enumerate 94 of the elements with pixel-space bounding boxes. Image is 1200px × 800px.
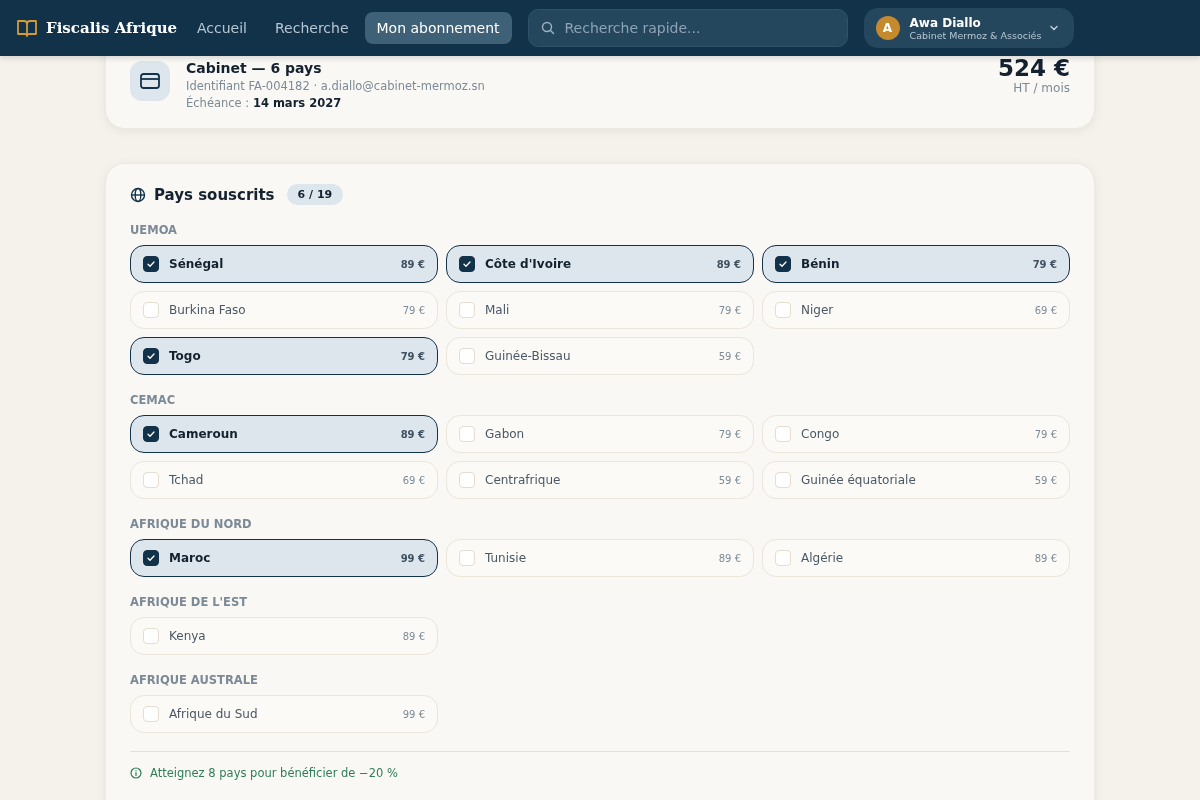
country-option[interactable]: Kenya 89 € (130, 617, 438, 655)
country-option[interactable]: Sénégal 89 € (130, 245, 438, 283)
checkmark-icon (146, 553, 156, 563)
country-option[interactable]: Mali 79 € (446, 291, 754, 329)
country-option[interactable]: Burkina Faso 79 € (130, 291, 438, 329)
checkmark-icon (462, 259, 472, 269)
checkmark-icon (778, 259, 788, 269)
due-date-text: Échéance : 14 mars 2027 (186, 95, 343, 110)
country-price: 99 € (400, 552, 425, 564)
country-price: 79 € (400, 350, 425, 362)
country-name: Gabon (485, 427, 526, 441)
discount-hint: Atteignez 8 pays pour bénéficier de −20 % (150, 766, 398, 780)
user-menu[interactable]: A Awa Diallo Cabinet Mermoz & Associés (863, 8, 1074, 48)
country-name: Tunisie (485, 551, 528, 565)
book-icon (16, 18, 38, 38)
nav-tab[interactable]: Accueil (185, 12, 259, 44)
country-option[interactable]: Afrique du Sud 99 € (130, 695, 438, 733)
country-name: Niger (801, 303, 835, 317)
country-name: Afrique du Sud (169, 707, 259, 721)
group-heading: AFRIQUE AUSTRALE (130, 673, 259, 687)
country-option[interactable]: Guinée-Bissau 59 € (446, 337, 754, 375)
country-price: 89 € (400, 258, 425, 270)
country-price: 89 € (400, 428, 425, 440)
country-name: Mali (485, 303, 511, 317)
plan-identifier: Identifiant FA-004182 · a.diallo@cabinet-mermoz.sn (186, 78, 486, 93)
country-option[interactable]: Niger 69 € (762, 291, 1070, 329)
country-option[interactable]: Bénin 79 € (762, 245, 1070, 283)
country-name: Tchad (169, 473, 205, 487)
group-heading: UEMOA (130, 223, 178, 237)
info-icon (130, 767, 142, 779)
checkmark-icon (146, 259, 156, 269)
checkbox[interactable] (143, 348, 159, 364)
user-name: Awa Diallo (909, 15, 982, 30)
checkbox[interactable] (459, 256, 475, 272)
country-name: Congo (801, 427, 841, 441)
group-heading: CEMAC (130, 393, 177, 407)
country-price: 69 € (402, 474, 425, 486)
checkbox[interactable] (143, 256, 159, 272)
country-price: 89 € (1034, 552, 1057, 564)
country-option[interactable]: Maroc 99 € (130, 539, 438, 577)
country-price: 79 € (402, 304, 425, 316)
country-name: Algérie (801, 551, 845, 565)
group-heading: AFRIQUE DE L'EST (130, 595, 249, 609)
checkmark-icon (146, 429, 156, 439)
checkbox[interactable] (143, 426, 159, 442)
country-price: 89 € (716, 258, 741, 270)
nav-tab[interactable]: Mon abonnement (364, 12, 512, 44)
country-price: 69 € (1034, 304, 1057, 316)
plan-title: Cabinet — 6 pays (186, 59, 323, 76)
search-field[interactable]: Recherche rapide... (527, 9, 848, 47)
country-name: Centrafrique (485, 473, 562, 487)
country-price: 79 € (1032, 258, 1057, 270)
count-badge: 6 / 19 (286, 184, 344, 205)
group-heading: AFRIQUE DU NORD (130, 517, 253, 531)
country-price: 99 € (402, 708, 425, 720)
country-option[interactable]: Centrafrique 59 € (446, 461, 754, 499)
country-price: 89 € (402, 630, 425, 642)
country-name: Kenya (169, 629, 207, 643)
price: 524 € (997, 55, 1070, 81)
country-option[interactable]: Côte d'Ivoire 89 € (446, 245, 754, 283)
country-name: Bénin (801, 257, 841, 271)
country-price: 59 € (1034, 474, 1057, 486)
country-name: Sénégal (169, 257, 225, 271)
country-option[interactable]: Guinée équatoriale 59 € (762, 461, 1070, 499)
country-name: Burkina Faso (169, 303, 247, 317)
checkbox[interactable] (143, 550, 159, 566)
country-name: Côte d'Ivoire (485, 257, 573, 271)
country-option[interactable]: Tunisie 89 € (446, 539, 754, 577)
country-price: 79 € (1034, 428, 1057, 440)
country-option[interactable]: Gabon 79 € (446, 415, 754, 453)
avatar: A (875, 16, 900, 40)
brand-name: Fiscalis Afrique (46, 19, 178, 37)
country-price: 79 € (718, 304, 741, 316)
globe-icon (130, 186, 146, 203)
checkmark-icon (146, 351, 156, 361)
section-title: Pays souscrits (154, 185, 275, 204)
country-price: 79 € (718, 428, 741, 440)
checkbox[interactable] (775, 256, 791, 272)
country-name: Guinée équatoriale (801, 473, 917, 487)
country-name: Cameroun (169, 427, 239, 441)
card-icon (130, 61, 170, 101)
country-option[interactable]: Algérie 89 € (762, 539, 1070, 577)
nav-tab[interactable]: Recherche (263, 12, 361, 44)
price-note: HT / mois (1013, 81, 1070, 95)
country-price: 59 € (718, 474, 741, 486)
country-price: 59 € (718, 350, 741, 362)
country-name: Togo (169, 349, 202, 363)
country-name: Guinée-Bissau (485, 349, 572, 363)
country-option[interactable]: Tchad 69 € (130, 461, 438, 499)
country-option[interactable]: Congo 79 € (762, 415, 1070, 453)
country-price: 89 € (718, 552, 741, 564)
country-option[interactable]: Cameroun 89 € (130, 415, 438, 453)
country-option[interactable]: Togo 79 € (130, 337, 438, 375)
country-name: Maroc (169, 551, 212, 565)
